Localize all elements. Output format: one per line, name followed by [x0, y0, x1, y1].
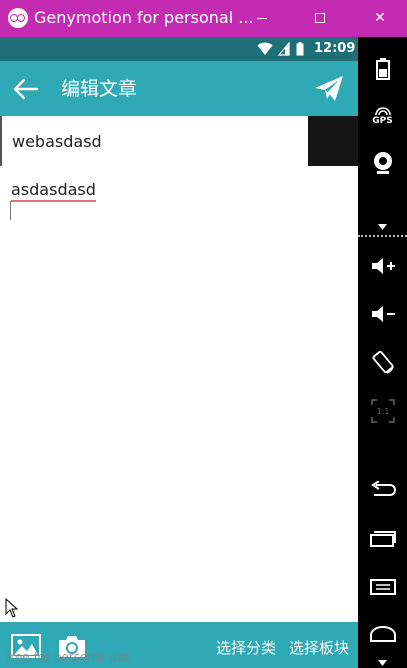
volume-down-icon	[371, 306, 395, 322]
minimize-button[interactable]	[240, 0, 286, 37]
menu-icon	[369, 579, 396, 595]
android-back-button[interactable]	[358, 478, 407, 500]
title-side-panel	[308, 116, 358, 166]
battery-icon	[375, 58, 390, 80]
back-arrow-icon[interactable]	[12, 75, 40, 103]
send-icon[interactable]	[313, 75, 345, 103]
signal-icon	[278, 42, 290, 56]
volume-down-button[interactable]	[358, 303, 407, 325]
gps-widget-button[interactable]: GPS	[358, 105, 407, 127]
status-time: 12:09	[314, 41, 356, 56]
article-body-input[interactable]: asdasdasd	[11, 180, 96, 202]
menu-button[interactable]	[358, 576, 407, 598]
select-category-button[interactable]: 选择分类	[216, 637, 276, 658]
recent-apps-button[interactable]	[358, 528, 407, 550]
article-title-input[interactable]: webasdasd	[0, 116, 308, 166]
close-button[interactable]: ✕	[357, 0, 403, 37]
window-title: Genymotion for personal ...	[34, 8, 254, 27]
pixel-perfect-button[interactable]: 1:1	[358, 399, 407, 423]
close-icon: ✕	[374, 10, 386, 26]
pixel-perfect-icon: 1:1	[370, 399, 395, 423]
volume-up-icon	[371, 258, 395, 274]
rotate-icon	[371, 350, 394, 374]
window-title-bar: Genymotion for personal ... ✕	[0, 0, 407, 37]
genymotion-logo-icon	[8, 8, 28, 28]
gps-icon	[374, 106, 391, 115]
emulator-side-panel: GPS 1:1	[358, 37, 407, 668]
watermark-text: free for personal use	[6, 650, 131, 664]
expand-arrow-icon[interactable]	[378, 224, 387, 230]
rotate-button[interactable]	[358, 350, 407, 376]
page-title: 编辑文章	[61, 78, 138, 100]
wifi-icon	[257, 42, 273, 55]
home-icon	[369, 626, 396, 642]
webcam-widget-button[interactable]	[358, 150, 407, 176]
battery-icon	[296, 42, 304, 56]
article-title-value: webasdasd	[12, 132, 102, 151]
text-caret	[10, 201, 11, 220]
android-home-button[interactable]	[358, 623, 407, 645]
battery-widget-button[interactable]	[358, 57, 407, 81]
ratio-label: 1:1	[376, 407, 389, 416]
panel-separator	[358, 235, 407, 237]
minimize-icon	[257, 18, 267, 19]
mouse-pointer-icon	[5, 598, 19, 618]
volume-up-button[interactable]	[358, 255, 407, 277]
back-icon	[370, 481, 396, 496]
status-bar: 12:09	[0, 37, 358, 61]
maximize-button[interactable]	[297, 0, 343, 37]
gps-label: GPS	[372, 115, 393, 126]
maximize-icon	[315, 13, 325, 23]
app-toolbar: 编辑文章	[0, 61, 358, 116]
select-board-button[interactable]: 选择板块	[289, 637, 349, 658]
collapse-arrow-icon[interactable]	[378, 660, 387, 666]
webcam-icon	[373, 152, 392, 174]
recent-apps-icon	[369, 531, 396, 547]
